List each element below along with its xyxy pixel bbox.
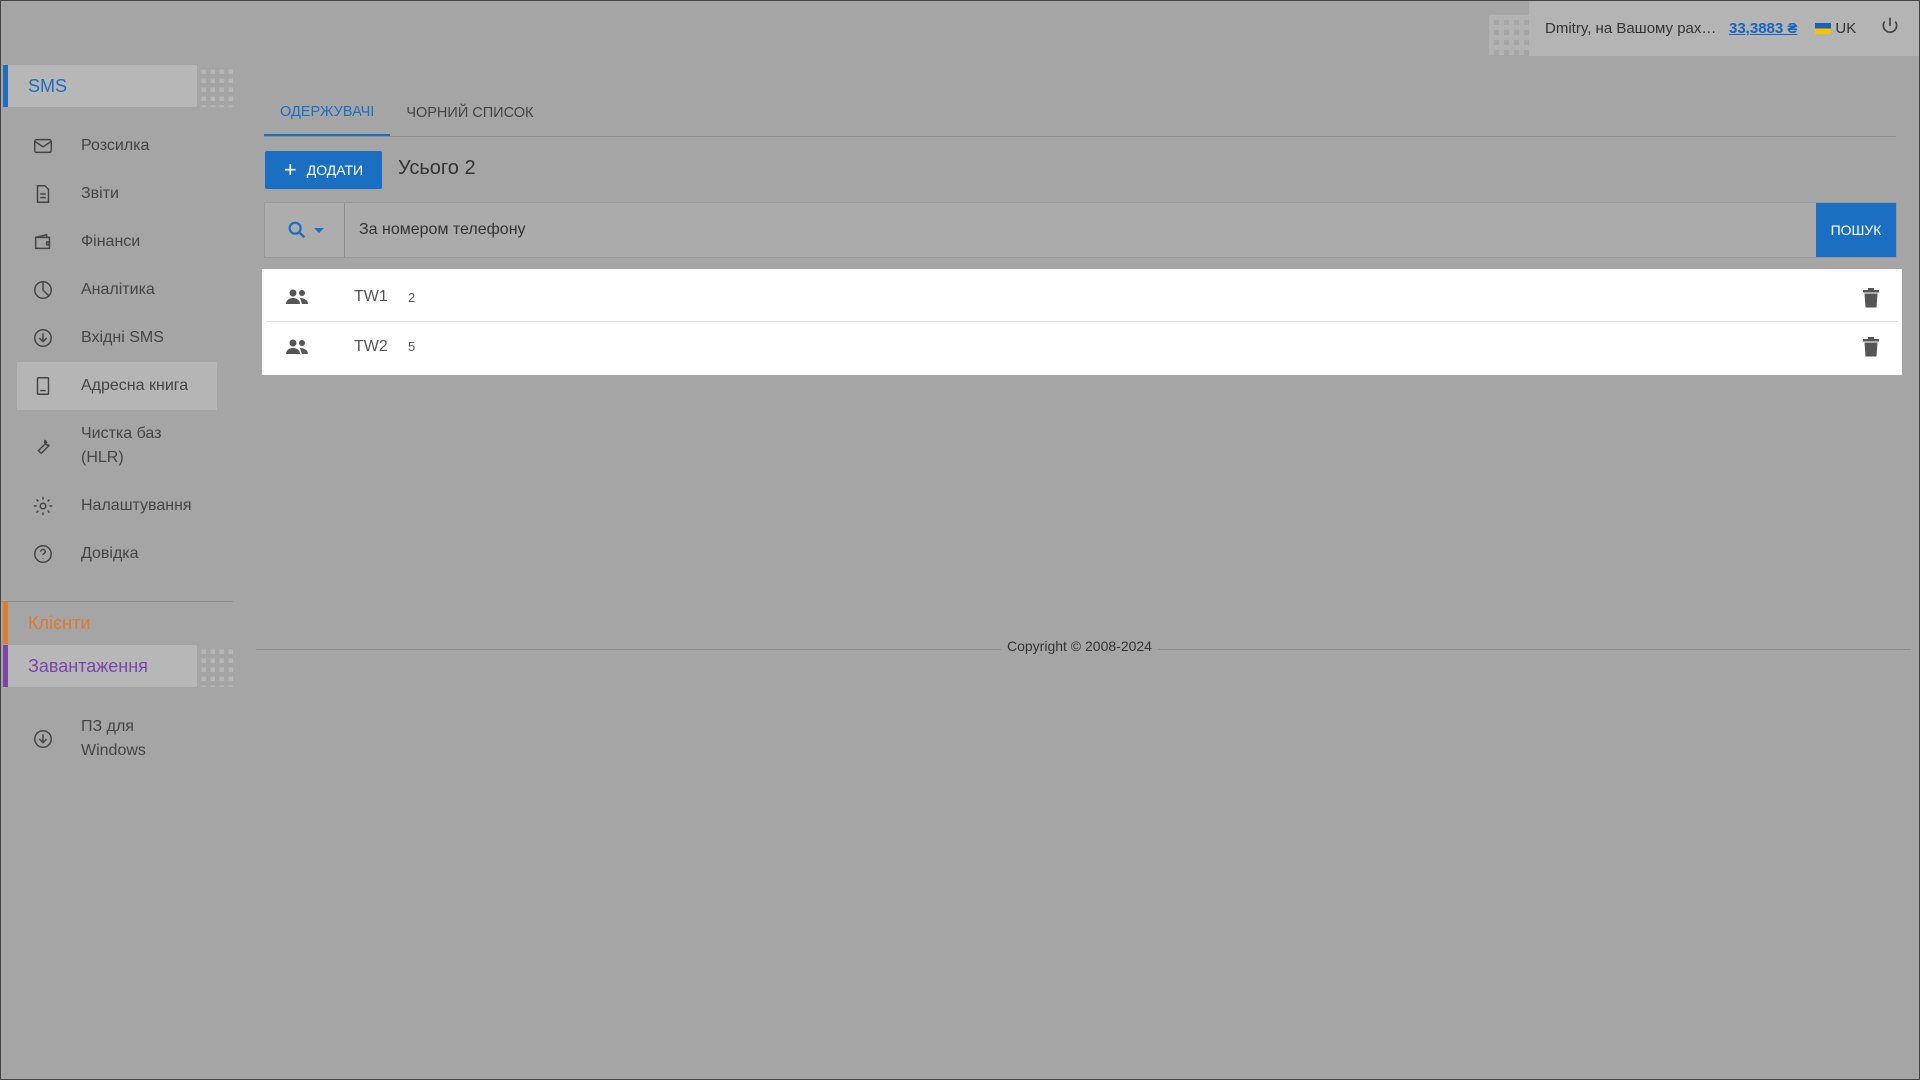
trash-icon[interactable] <box>1862 288 1880 308</box>
group-list: TW1 2 TW2 5 <box>262 269 1902 375</box>
gear-icon <box>31 494 55 518</box>
sidebar-item-label: ПЗ для Windows <box>81 718 146 759</box>
sidebar-item-address-book[interactable]: Адресна книга <box>17 362 217 410</box>
add-button-label: Додати <box>306 162 364 178</box>
power-icon[interactable] <box>1880 16 1900 42</box>
search-icon <box>288 221 305 239</box>
chevron-down-icon <box>313 227 324 233</box>
tab-recipients[interactable]: Одержувачі <box>264 89 391 136</box>
sidebar-item-windows-software[interactable]: ПЗ для Windows <box>17 707 217 771</box>
sidebar-item-settings[interactable]: Налаштування <box>17 482 217 530</box>
pixel-decoration <box>1489 15 1533 55</box>
list-item[interactable]: TW2 5 <box>266 322 1898 371</box>
balance-link[interactable]: 33,3883 ₴ <box>1729 20 1797 37</box>
section-label: Завантаження <box>28 655 148 676</box>
sidebar-section-clients[interactable]: Клієнти <box>3 602 233 644</box>
sidebar-item-incoming-sms[interactable]: Вхідні SMS <box>17 314 217 362</box>
sidebar-item-label: Налаштування <box>81 497 192 514</box>
language-code: UK <box>1835 20 1857 37</box>
plus-icon: + <box>283 157 297 182</box>
sidebar-item-label: Аналітика <box>81 281 155 298</box>
wallet-icon <box>31 230 55 254</box>
section-label: SMS <box>28 75 68 96</box>
help-bubble-icon <box>31 542 55 566</box>
sidebar: SMS Розсилка Звіти Фінанси Аналітика Вхі… <box>1 1 233 1079</box>
sidebar-item-reports[interactable]: Звіти <box>17 170 217 218</box>
tab-blacklist[interactable]: Чорний список <box>390 89 549 136</box>
people-icon <box>286 339 308 354</box>
language-switcher[interactable]: UK <box>1815 20 1856 37</box>
group-name: TW2 <box>354 337 388 355</box>
group-name: TW1 <box>354 288 388 305</box>
sidebar-item-finance[interactable]: Фінанси <box>17 218 217 266</box>
sidebar-section-downloads[interactable]: Завантаження <box>3 645 233 687</box>
sidebar-item-label: Чистка баз (HLR) <box>81 425 162 466</box>
tab-bar: Одержувачі Чорний список <box>264 89 1896 137</box>
sidebar-item-mailing[interactable]: Розсилка <box>17 122 217 170</box>
sidebar-item-help[interactable]: Довідка <box>17 530 217 578</box>
search-input[interactable] <box>345 203 1816 257</box>
wrench-icon <box>31 434 55 458</box>
account-message: Dmitry, на Вашому раху… <box>1545 20 1717 37</box>
sidebar-item-label: Адресна книга <box>81 377 189 394</box>
group-count: 2 <box>408 289 416 305</box>
sidebar-item-label: Звіти <box>81 185 119 202</box>
search-button[interactable]: Пошук <box>1816 203 1896 257</box>
pixel-decoration <box>197 65 233 107</box>
sidebar-item-label: Вхідні SMS <box>81 329 164 346</box>
ukraine-flag-icon <box>1815 23 1832 34</box>
pixel-decoration <box>197 645 233 687</box>
search-filter-dropdown[interactable] <box>265 203 345 257</box>
sidebar-item-label: Фінанси <box>81 233 141 250</box>
download-circle-icon <box>31 727 55 751</box>
address-book-icon <box>31 374 55 398</box>
total-count: Усього 2 <box>398 157 476 179</box>
section-label: Клієнти <box>28 612 91 633</box>
pie-chart-icon <box>31 278 55 302</box>
add-button[interactable]: + Додати <box>265 151 382 189</box>
envelope-icon <box>31 134 55 158</box>
sidebar-item-label: Розсилка <box>81 137 150 154</box>
sidebar-item-analytics[interactable]: Аналітика <box>17 266 217 314</box>
account-bar: Dmitry, на Вашому раху… 33,3883 ₴ UK <box>1489 1 1919 56</box>
document-icon <box>31 182 55 206</box>
search-bar: Пошук <box>264 202 1897 258</box>
sidebar-section-sms[interactable]: SMS <box>3 65 233 107</box>
trash-icon[interactable] <box>1862 337 1880 357</box>
sidebar-item-label: Довідка <box>81 545 139 562</box>
people-icon <box>286 289 308 304</box>
list-item[interactable]: TW1 2 <box>266 273 1898 322</box>
sidebar-item-hlr[interactable]: Чистка баз (HLR) <box>17 414 217 478</box>
copyright: Copyright © 2008-2024 <box>1001 638 1158 654</box>
group-count: 5 <box>408 339 416 354</box>
download-circle-icon <box>31 326 55 350</box>
